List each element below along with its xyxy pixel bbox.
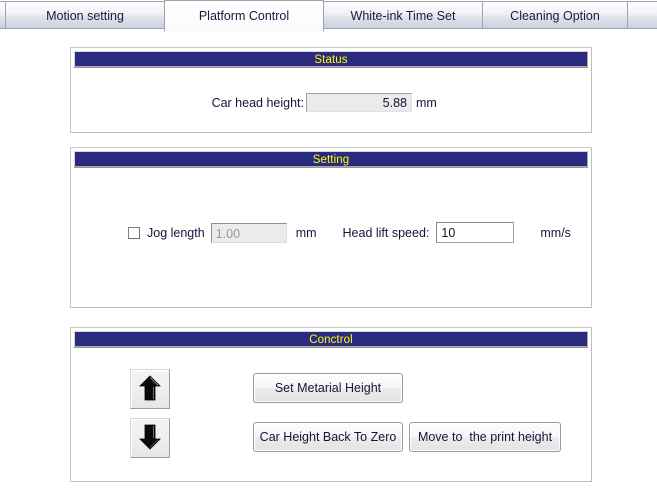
control-panel-title: Conctrol bbox=[74, 331, 588, 347]
button-label: Move to the print height bbox=[417, 430, 553, 444]
tab-strip: Motion setting Platform Control White-in… bbox=[0, 0, 657, 32]
tab-label: Cleaning Option bbox=[510, 9, 600, 23]
tab-platform-control[interactable]: Platform Control bbox=[164, 0, 324, 32]
move-down-button[interactable] bbox=[130, 418, 170, 458]
car-head-height-value: 5.88 bbox=[306, 93, 412, 112]
tab-label: Platform Control bbox=[198, 9, 290, 23]
tab-underline bbox=[0, 32, 657, 33]
jog-length-unit: mm bbox=[295, 225, 317, 240]
tab-cleaning-option[interactable]: Cleaning Option bbox=[482, 1, 628, 29]
jog-length-checkbox[interactable] bbox=[128, 226, 140, 239]
tab-label: White-ink Time Set bbox=[350, 9, 456, 23]
car-head-height-row: Car head height: 5.88 mm bbox=[71, 93, 591, 112]
control-panel-body: Set Metarial Height Car Height Back To Z… bbox=[71, 347, 591, 478]
setting-row: Jog length 1.00 mm Head lift speed: 10 m… bbox=[71, 222, 591, 243]
car-head-height-unit: mm bbox=[416, 95, 437, 110]
car-head-height-label: Car head height: bbox=[211, 95, 304, 110]
tab-white-ink-time-set[interactable]: White-ink Time Set bbox=[323, 1, 483, 29]
move-to-print-height-button[interactable]: Move to the print height bbox=[409, 422, 561, 452]
tab-bar: Motion setting Platform Control White-in… bbox=[0, 0, 657, 33]
car-height-back-to-zero-button[interactable]: Car Height Back To Zero bbox=[253, 422, 403, 452]
head-lift-speed-input[interactable]: 10 bbox=[436, 222, 515, 243]
set-material-height-button[interactable]: Set Metarial Height bbox=[253, 373, 403, 403]
move-up-button[interactable] bbox=[130, 369, 170, 409]
control-panel: Conctrol Set Metarial Height Car Height … bbox=[70, 327, 592, 482]
head-lift-speed-unit: mm/s bbox=[540, 225, 571, 240]
status-panel-title: Status bbox=[74, 51, 588, 67]
tab-partial-right[interactable] bbox=[627, 1, 657, 29]
arrow-down-icon bbox=[139, 424, 161, 453]
status-panel-body: Car head height: 5.88 mm bbox=[71, 67, 591, 129]
button-label: Car Height Back To Zero bbox=[259, 430, 397, 444]
setting-panel-title: Setting bbox=[74, 151, 588, 167]
head-lift-speed-label: Head lift speed: bbox=[342, 225, 430, 240]
tab-motion-setting[interactable]: Motion setting bbox=[5, 1, 165, 29]
arrow-up-icon bbox=[139, 374, 161, 404]
button-label: Set Metarial Height bbox=[274, 381, 382, 395]
setting-panel: Setting Jog length 1.00 mm Head lift spe… bbox=[70, 147, 592, 308]
jog-length-label: Jog length bbox=[147, 225, 205, 240]
setting-panel-body: Jog length 1.00 mm Head lift speed: 10 m… bbox=[71, 167, 591, 304]
jog-length-input[interactable]: 1.00 bbox=[210, 222, 287, 243]
tab-label: Motion setting bbox=[46, 9, 124, 23]
status-panel: Status Car head height: 5.88 mm bbox=[70, 47, 592, 133]
